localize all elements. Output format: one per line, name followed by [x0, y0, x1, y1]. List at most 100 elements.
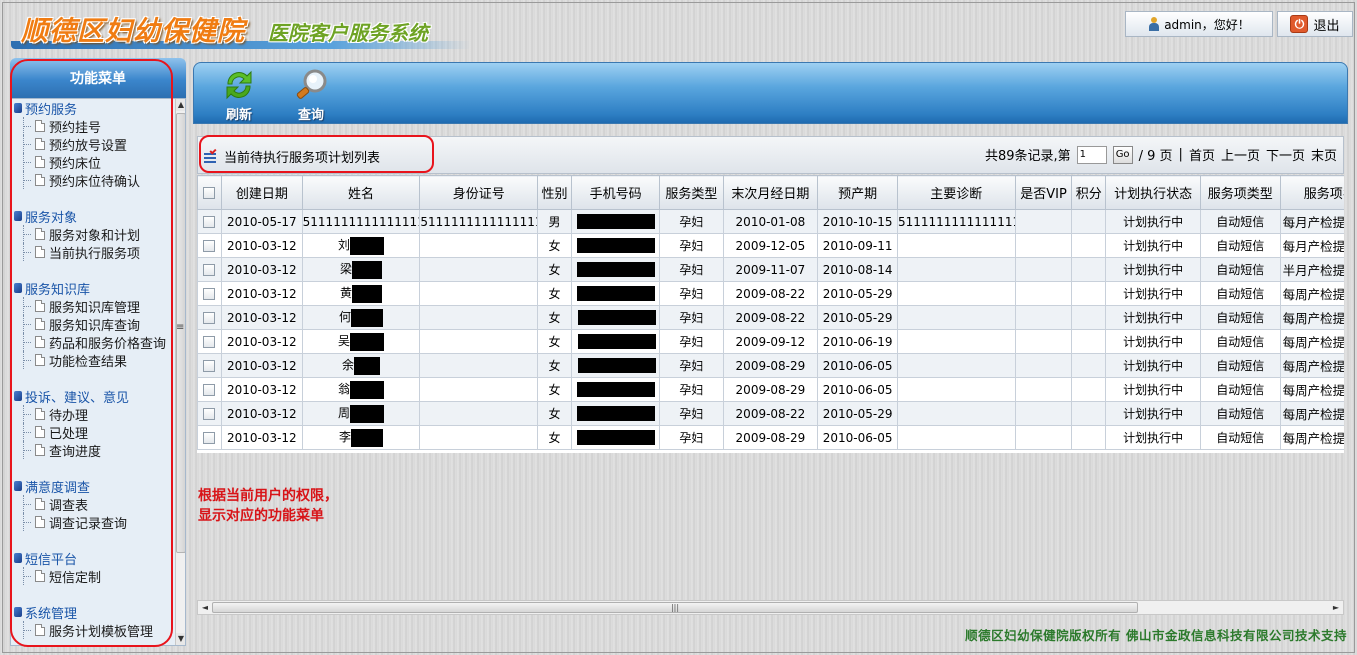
document-icon [35, 570, 45, 582]
row-select-cell[interactable] [197, 305, 222, 330]
column-header[interactable]: 末次月经日期 [722, 175, 819, 210]
column-header[interactable]: 主要诊断 [896, 175, 1016, 210]
row-select-cell[interactable] [197, 401, 222, 426]
menu-item[interactable]: 短信定制 [13, 567, 175, 586]
column-header[interactable]: 预产期 [817, 175, 898, 210]
row-checkbox[interactable] [203, 312, 216, 324]
menu-item[interactable]: 功能检查结果 [13, 351, 175, 370]
select-all-header[interactable] [197, 175, 222, 210]
scroll-up-icon[interactable]: ▲ [176, 99, 185, 111]
row-checkbox[interactable] [203, 336, 216, 348]
row-checkbox[interactable] [203, 432, 216, 444]
table-row[interactable]: 2010-03-12 李 女 孕妇 2009-08-29 2010-06-05 计划执行中 自… [197, 425, 1344, 450]
query-button[interactable]: 查询 [288, 67, 334, 123]
prev-page-link[interactable]: 上一页 [1221, 145, 1260, 164]
cell-service-type-text: 孕妇 [679, 311, 704, 325]
cell-name: 李 [301, 425, 421, 450]
logout-button[interactable]: ⏻ 退出 [1277, 11, 1353, 37]
column-header[interactable]: 创建日期 [220, 175, 303, 210]
page-number-input[interactable] [1076, 145, 1107, 164]
menu-item[interactable]: 调查表 [13, 495, 175, 514]
menu-item[interactable]: 待办理 [13, 405, 175, 424]
power-icon: ⏻ [1290, 15, 1309, 33]
table-row[interactable]: 2010-05-17 5111111111111111 51111111111111… [197, 209, 1344, 234]
menu-item[interactable]: 服务知识库管理 [13, 297, 175, 316]
scroll-left-icon[interactable]: ◄ [198, 601, 212, 614]
row-select-cell[interactable] [197, 209, 222, 234]
cell-sex-text: 女 [548, 263, 561, 277]
menu-group-title[interactable]: 服务知识库 [13, 279, 175, 298]
function-menu-tree: 预约服务 预约挂号 预约放号设置 预约床位 预约床位待确认 服务对象 服务对象和计划 当前执行… [13, 99, 175, 640]
list-title-text: 当前待执行服务项计划列表 [224, 151, 381, 166]
row-checkbox[interactable] [203, 360, 216, 372]
row-select-cell[interactable] [197, 329, 222, 354]
menu-item[interactable]: 服务对象和计划 [13, 225, 175, 244]
menu-group-title[interactable]: 预约服务 [13, 99, 175, 118]
table-row[interactable]: 2010-03-12 周 女 孕妇 2009-08-22 2010-05-29 计划执行中 自… [197, 401, 1344, 426]
column-header[interactable]: 是否VIP [1014, 175, 1073, 210]
go-button[interactable]: Go [1112, 145, 1133, 164]
row-select-cell[interactable] [197, 257, 222, 282]
column-header[interactable]: 服务类型 [659, 175, 724, 210]
menu-item[interactable]: 预约挂号 [13, 117, 175, 136]
column-header[interactable]: 身份证号 [419, 175, 539, 210]
scroll-right-icon[interactable]: ► [1329, 601, 1343, 614]
row-checkbox[interactable] [203, 240, 216, 252]
row-checkbox[interactable] [203, 216, 216, 228]
menu-item[interactable]: 药品和服务价格查询 [13, 333, 175, 352]
menu-item[interactable]: 当前执行服务项 [13, 243, 175, 262]
row-checkbox[interactable] [203, 264, 216, 276]
cell-create-date: 2010-03-12 [220, 425, 303, 450]
menu-item[interactable]: 服务知识库查询 [13, 315, 175, 334]
row-select-cell[interactable] [197, 425, 222, 450]
table-row[interactable]: 2010-03-12 何 女 孕妇 2009-08-22 2010-05-29 计划执行中 自… [197, 305, 1344, 330]
menu-item[interactable]: 查询进度 [13, 441, 175, 460]
menu-group-title[interactable]: 投诉、建议、意见 [13, 387, 175, 406]
column-header[interactable]: 计划执行状态 [1105, 175, 1202, 210]
table-row[interactable]: 2010-03-12 余 女 孕妇 2009-08-29 2010-06-05 计划执行中 自… [197, 353, 1344, 378]
menu-item[interactable]: 预约床位 [13, 153, 175, 172]
column-header[interactable]: 手机号码 [570, 175, 661, 210]
table-row[interactable]: 2010-03-12 吴 女 孕妇 2009-09-12 2010-06-19 计划执行中 自… [197, 329, 1344, 354]
cell-service-type: 孕妇 [659, 209, 724, 234]
column-header[interactable]: 服务项类型 [1200, 175, 1281, 210]
table-row[interactable]: 2010-03-12 梁 女 孕妇 2009-11-07 2010-08-14 计划执行中 自… [197, 257, 1344, 282]
horizontal-scroll-thumb[interactable]: ||| [212, 602, 1138, 613]
menu-group-title[interactable]: 服务对象 [13, 207, 175, 226]
menu-item[interactable]: 预约放号设置 [13, 135, 175, 154]
sidebar-scrollbar[interactable]: ▲ ▼ [175, 99, 185, 645]
refresh-button[interactable]: 刷新 [216, 67, 262, 123]
column-header[interactable]: 积分 [1071, 175, 1107, 210]
tree-line [23, 495, 31, 513]
row-select-cell[interactable] [197, 233, 222, 258]
menu-group-title[interactable]: 满意度调查 [13, 477, 175, 496]
user-greeting[interactable]: admin，您好！ [1125, 11, 1273, 37]
column-header[interactable]: 性别 [537, 175, 572, 210]
last-page-link[interactable]: 末页 [1311, 145, 1337, 164]
row-select-cell[interactable] [197, 353, 222, 378]
column-header[interactable]: 服务项名称 [1279, 175, 1344, 210]
table-row[interactable]: 2010-03-12 刘 女 孕妇 2009-12-05 2010-09-11 计划执行中 自… [197, 233, 1344, 258]
cell-diagnosis [896, 353, 1016, 378]
menu-group-title[interactable]: 系统管理 [13, 603, 175, 622]
row-select-cell[interactable] [197, 377, 222, 402]
row-checkbox[interactable] [203, 384, 216, 396]
menu-item[interactable]: 已处理 [13, 423, 175, 442]
row-select-cell[interactable] [197, 281, 222, 306]
menu-item[interactable]: 服务计划模板管理 [13, 621, 175, 640]
table-row[interactable]: 2010-03-12 黄 女 孕妇 2009-08-22 2010-05-29 计划执行中 自… [197, 281, 1344, 306]
select-all-checkbox[interactable] [203, 186, 216, 199]
table-row[interactable]: 2010-03-12 翁 女 孕妇 2009-08-29 2010-06-05 计划执行中 自… [197, 377, 1344, 402]
table-horizontal-scrollbar[interactable]: ◄ ||| ► [197, 600, 1344, 615]
row-checkbox[interactable] [203, 408, 216, 420]
column-header[interactable]: 姓名 [301, 175, 421, 210]
menu-item[interactable]: 预约床位待确认 [13, 171, 175, 190]
scroll-down-icon[interactable]: ▼ [176, 633, 185, 645]
row-checkbox[interactable] [203, 288, 216, 300]
next-page-link[interactable]: 下一页 [1266, 145, 1305, 164]
sidebar-resize-grip-icon[interactable]: ≡ [176, 322, 184, 333]
menu-item[interactable]: 调查记录查询 [13, 513, 175, 532]
first-page-link[interactable]: 首页 [1189, 145, 1215, 164]
menu-group-title[interactable]: 短信平台 [13, 549, 175, 568]
sidebar-scroll-thumb[interactable] [176, 113, 185, 553]
